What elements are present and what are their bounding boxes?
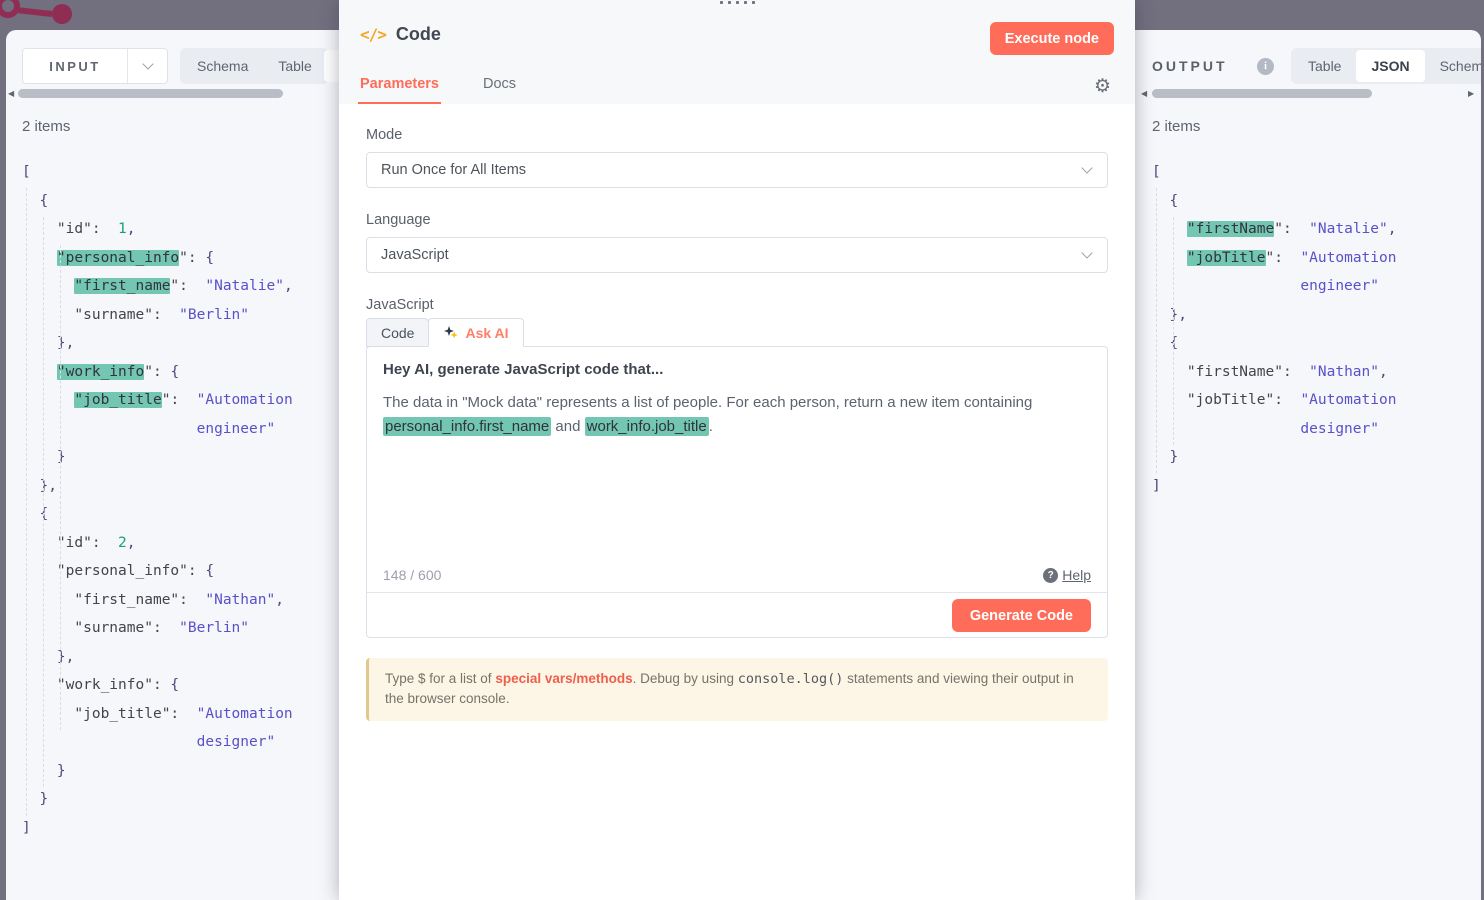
tab-parameters[interactable]: Parameters — [358, 68, 441, 104]
input-view-tabs: Schema Table — [180, 48, 329, 84]
mode-select[interactable]: Run Once for All Items — [366, 152, 1108, 188]
ask-ai-panel: Hey AI, generate JavaScript code that...… — [366, 346, 1108, 638]
char-counter: 148 / 600 — [383, 567, 441, 583]
output-tab-table[interactable]: Table — [1293, 50, 1356, 82]
output-view-tabs: Table JSON Schema — [1291, 48, 1481, 84]
scroll-left-icon[interactable]: ◀ — [1141, 89, 1147, 98]
question-mark-icon: ? — [1043, 568, 1058, 583]
language-label: Language — [366, 212, 1108, 228]
chevron-down-icon — [1081, 162, 1092, 173]
language-value: JavaScript — [381, 247, 449, 263]
modal-header: </> Code Execute node Parameters Docs ⚙ — [339, 0, 1135, 104]
tab-ask-ai[interactable]: Ask AI — [428, 318, 523, 347]
indent-guide — [1156, 188, 1157, 473]
indent-guide — [1173, 217, 1174, 445]
language-select[interactable]: JavaScript — [366, 237, 1108, 273]
scroll-left-icon[interactable]: ◀ — [8, 89, 14, 98]
javascript-section-label: JavaScript — [366, 297, 1108, 313]
editor-mode-tabs: Code Ask AI — [366, 318, 1108, 347]
ai-prompt-textarea[interactable]: Hey AI, generate JavaScript code that...… — [367, 347, 1107, 593]
tab-docs[interactable]: Docs — [481, 68, 518, 104]
code-node-modal: </> Code Execute node Parameters Docs ⚙ … — [339, 0, 1135, 900]
code-node-icon: </> — [360, 25, 386, 44]
output-items-count: 2 items — [1152, 118, 1200, 135]
ask-ai-label: Ask AI — [465, 325, 508, 341]
output-json-view: [ { "firstName": "Natalie", "jobTitle": … — [1152, 158, 1481, 500]
editor-hint: Type $ for a list of special vars/method… — [366, 658, 1108, 721]
chevron-down-icon — [1081, 247, 1092, 258]
scroll-right-icon[interactable]: ▶ — [1468, 89, 1474, 98]
input-scrollbar-thumb[interactable] — [18, 89, 283, 98]
workflow-overlay-background: INPUT Schema Table ◀ 2 items [ { "id": 1… — [0, 0, 1484, 900]
mode-label: Mode — [366, 127, 1108, 143]
modal-body: Mode Run Once for All Items Language Jav… — [339, 104, 1135, 721]
input-tab-schema[interactable]: Schema — [182, 50, 263, 82]
output-panel-title: OUTPUT — [1152, 58, 1228, 74]
prompt-heading: Hey AI, generate JavaScript code that... — [383, 361, 1091, 378]
generate-code-button[interactable]: Generate Code — [952, 599, 1091, 632]
input-source-select[interactable]: INPUT — [22, 48, 168, 84]
prompt-text: The data in "Mock data" represents a lis… — [383, 391, 1083, 439]
input-tab-table[interactable]: Table — [263, 50, 326, 82]
indent-guide — [26, 188, 27, 816]
chevron-down-icon — [142, 58, 153, 69]
sparkles-icon — [443, 325, 459, 341]
input-tab-json-partial[interactable] — [324, 50, 339, 82]
output-scrollbar-thumb[interactable] — [1152, 89, 1372, 98]
panel-drag-handle[interactable] — [694, 0, 780, 9]
output-horizontal-scrollbar: ◀ ▶ — [1135, 88, 1481, 100]
info-icon[interactable]: i — [1257, 58, 1274, 75]
input-panel-title: INPUT — [23, 59, 127, 74]
help-link[interactable]: ? Help — [1043, 567, 1091, 583]
input-json-view: [ { "id": 1, "personal_info": { "first_n… — [22, 158, 339, 842]
output-tab-json[interactable]: JSON — [1356, 50, 1424, 82]
execute-node-button[interactable]: Execute node — [990, 22, 1114, 55]
input-horizontal-scrollbar: ◀ — [6, 88, 339, 100]
help-label: Help — [1062, 567, 1091, 583]
ask-ai-footer: Generate Code — [367, 593, 1107, 638]
input-items-count: 2 items — [22, 118, 70, 135]
tab-code[interactable]: Code — [366, 318, 429, 347]
indent-guide — [60, 245, 61, 730]
input-panel: INPUT Schema Table ◀ 2 items [ { "id": 1… — [6, 30, 339, 900]
gear-icon[interactable]: ⚙ — [1094, 77, 1111, 96]
output-panel: OUTPUT i Table JSON Schema ◀ ▶ 2 items [… — [1135, 30, 1481, 900]
mode-value: Run Once for All Items — [381, 162, 526, 178]
output-tab-schema[interactable]: Schema — [1425, 50, 1481, 82]
input-select-chevron-cell[interactable] — [127, 49, 167, 83]
node-title: Code — [396, 24, 441, 45]
indent-guide — [43, 217, 44, 787]
